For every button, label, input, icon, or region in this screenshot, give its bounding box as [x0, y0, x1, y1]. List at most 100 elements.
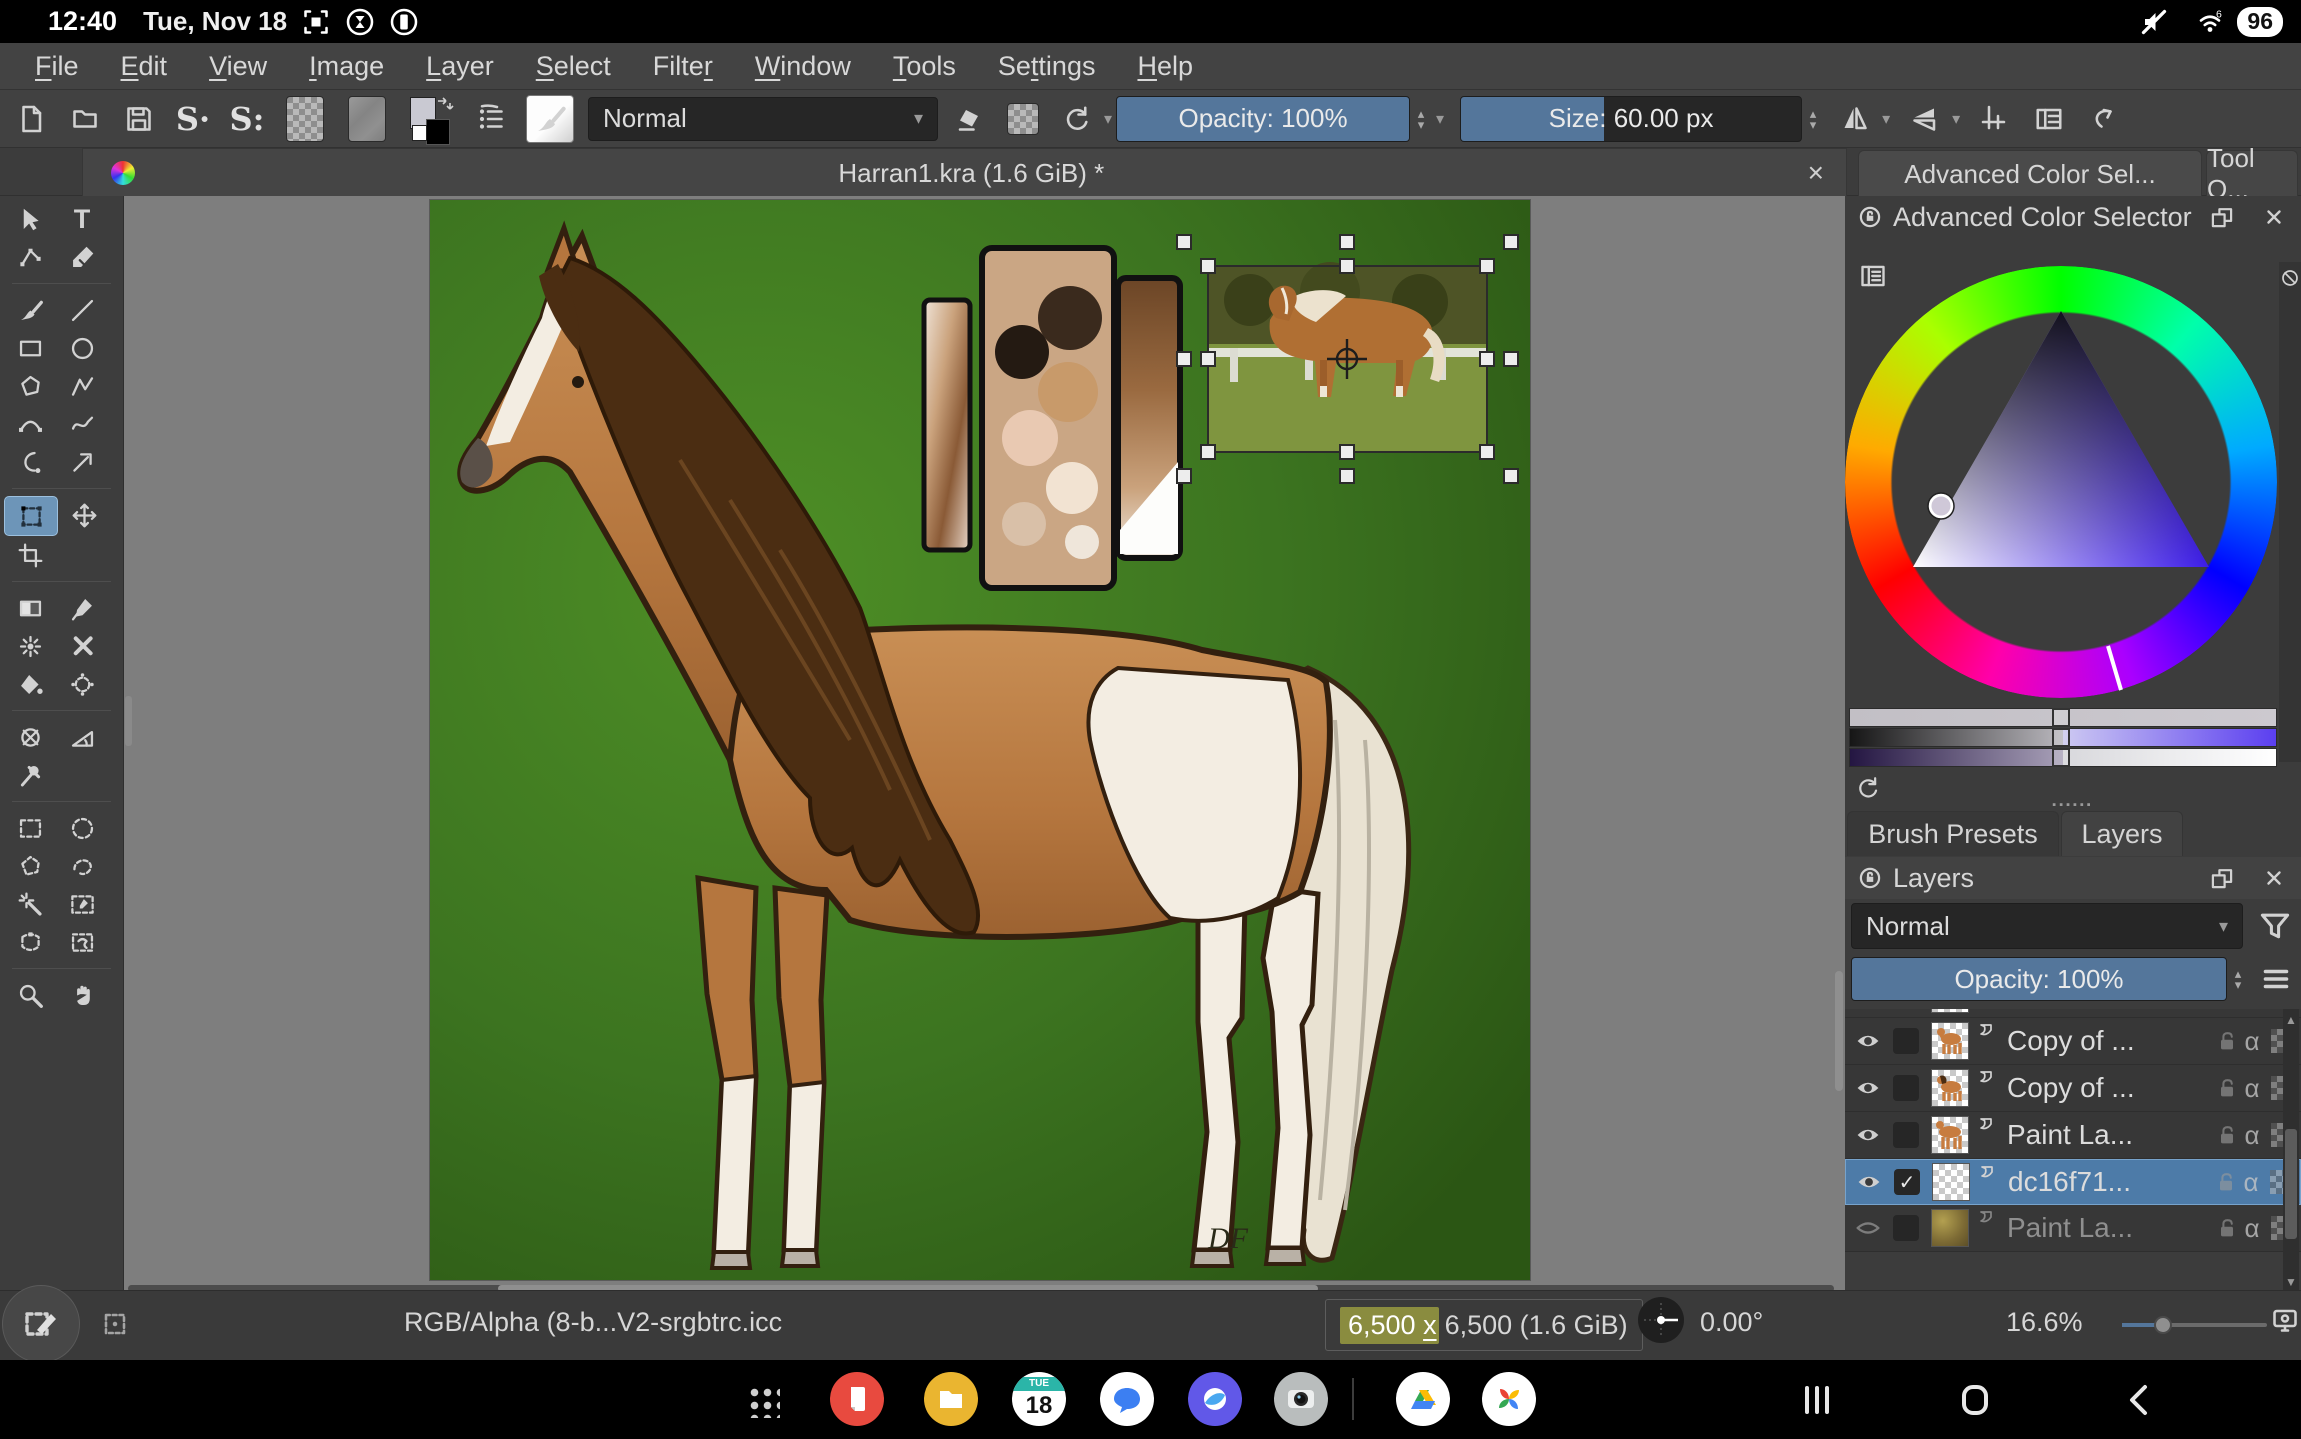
layer-row-hidden[interactable]: Paint La... α: [1845, 1205, 2301, 1252]
snap-button[interactable]: [1972, 96, 2018, 142]
chevron-down-icon[interactable]: ▾: [1882, 109, 1890, 129]
brush-preset-chooser[interactable]: [522, 96, 578, 142]
reload-preset-button[interactable]: [1054, 96, 1100, 142]
layer-checkbox-checked[interactable]: ✓: [1894, 1169, 1920, 1195]
layer-checkbox[interactable]: [1893, 1215, 1919, 1241]
layer-checkbox[interactable]: [1893, 1028, 1919, 1054]
brush-size-slider[interactable]: Size: 60.00 px: [1460, 96, 1802, 142]
lock-icon[interactable]: [2215, 1123, 2239, 1147]
save-button[interactable]: [116, 96, 162, 142]
close-docker-icon[interactable]: [2263, 865, 2285, 891]
document-tab[interactable]: Harran1.kra (1.6 GiB) * ×: [82, 148, 1847, 198]
select-by-color-tool[interactable]: [56, 885, 108, 923]
ellipse-tool[interactable]: [56, 329, 108, 367]
layer-checkbox[interactable]: [1893, 1122, 1919, 1148]
app-photos-icon[interactable]: [1482, 1372, 1536, 1426]
polygon-tool[interactable]: [4, 367, 56, 405]
pan-tool[interactable]: [56, 976, 108, 1014]
nav-recents-button[interactable]: [1795, 1380, 1839, 1425]
menu-settings[interactable]: Settings: [977, 51, 1117, 82]
eraser-mode-button[interactable]: [946, 96, 992, 142]
tab-layers[interactable]: Layers: [2061, 811, 2183, 856]
elliptical-selection-tool[interactable]: [56, 809, 108, 847]
app-drawer-icon[interactable]: [746, 1384, 780, 1418]
edit-shapes-tool[interactable]: [4, 238, 56, 276]
alpha-lock-icon[interactable]: α: [2239, 1026, 2265, 1057]
choices-button[interactable]: [468, 96, 514, 142]
freehand-brush-tool[interactable]: [4, 291, 56, 329]
rotation-dial[interactable]: [1638, 1297, 1684, 1343]
menu-image[interactable]: Image: [288, 51, 405, 82]
nav-home-button[interactable]: [1952, 1380, 1996, 1425]
layer-row[interactable]: Copy of ... α: [1845, 1065, 2301, 1112]
layer-row[interactable]: Copy of ... α: [1845, 1018, 2301, 1065]
tab-advanced-color-selector[interactable]: Advanced Color Sel...: [1858, 150, 2202, 197]
document-canvas[interactable]: DF: [430, 200, 1530, 1280]
app-drive-icon[interactable]: [1396, 1372, 1450, 1426]
freehand-selection-tool[interactable]: [56, 847, 108, 885]
layer-row-selected[interactable]: ✓ dc16f71... α: [1845, 1159, 2301, 1205]
pattern-edit-tool[interactable]: [56, 627, 108, 665]
docker-lock-icon[interactable]: [1857, 204, 1883, 230]
gradient-tool[interactable]: [4, 589, 56, 627]
lock-icon[interactable]: [2214, 1170, 2238, 1194]
chevron-down-icon[interactable]: ▾: [1436, 109, 1444, 129]
magnetic-selection-tool[interactable]: [56, 923, 108, 961]
layer-list-scrollbar[interactable]: ▲ ▼: [2283, 1009, 2299, 1293]
foreground-background-colors[interactable]: [402, 96, 460, 142]
color-slider-1[interactable]: [1849, 708, 2277, 727]
alpha-lock-icon[interactable]: α: [2239, 1120, 2265, 1151]
lock-icon[interactable]: [2215, 1076, 2239, 1100]
filter-layers-icon[interactable]: [2257, 908, 2293, 944]
line-tool[interactable]: [56, 291, 108, 329]
close-document-icon[interactable]: ×: [1808, 157, 1824, 189]
visibility-eye-icon[interactable]: [1853, 1028, 1883, 1054]
app-camera-icon[interactable]: [1274, 1372, 1328, 1426]
calligraphy-tool[interactable]: [56, 238, 108, 276]
text-tool[interactable]: T: [56, 200, 108, 238]
selection-indicator-icon[interactable]: [100, 1309, 130, 1339]
layer-row[interactable]: Paint La... α: [1845, 1009, 2301, 1018]
refresh-color-history-icon[interactable]: [1855, 775, 1881, 801]
tab-brush-presets[interactable]: Brush Presets: [1847, 811, 2059, 856]
menu-select[interactable]: Select: [515, 51, 632, 82]
select-shapes-tool[interactable]: [4, 200, 56, 238]
app-calendar-icon[interactable]: TUE 18: [1012, 1372, 1066, 1426]
gradient-chooser[interactable]: [340, 96, 394, 142]
freehand-path-tool[interactable]: [56, 405, 108, 443]
mirror-vertical-button[interactable]: [1832, 96, 1878, 142]
mirror-horizontal-button[interactable]: [1902, 96, 1948, 142]
app-internet-icon[interactable]: [1188, 1372, 1242, 1426]
blend-mode-dropdown[interactable]: Normal ▾: [588, 97, 938, 141]
brush-stabilizer-button[interactable]: S:: [224, 96, 270, 142]
alpha-lock-icon[interactable]: α: [2239, 1213, 2265, 1244]
chevron-down-icon[interactable]: ▾: [1104, 109, 1112, 129]
splitter-handle[interactable]: ▪▪▪▪▪▪: [1845, 801, 2301, 809]
app-files-icon[interactable]: [924, 1372, 978, 1426]
reference-images-tool[interactable]: [4, 756, 56, 794]
undo-button[interactable]: [2080, 96, 2126, 142]
rectangle-tool[interactable]: [4, 329, 56, 367]
menu-view[interactable]: View: [188, 51, 288, 82]
canvas-area[interactable]: DF: [124, 196, 1845, 1294]
menu-help[interactable]: Help: [1116, 51, 1214, 82]
chevron-down-icon[interactable]: ▾: [1952, 109, 1960, 129]
rectangular-selection-tool[interactable]: [4, 809, 56, 847]
nav-back-button[interactable]: [2118, 1380, 2162, 1425]
pattern-chooser[interactable]: [278, 96, 332, 142]
visibility-eye-icon[interactable]: [1853, 1075, 1883, 1101]
app-notes-icon[interactable]: [830, 1372, 884, 1426]
smart-patch-tool[interactable]: [4, 627, 56, 665]
image-size-indicator[interactable]: 6,500 x 6,500 (1.6 GiB): [1325, 1299, 1643, 1351]
brush-smoothing-button[interactable]: S·: [170, 96, 216, 142]
canvas-edit-floating-button[interactable]: [2, 1285, 80, 1363]
lock-icon[interactable]: [2215, 1216, 2239, 1240]
docker-lock-icon[interactable]: [1857, 865, 1883, 891]
preserve-alpha-button[interactable]: [1000, 96, 1046, 142]
float-docker-icon[interactable]: [2209, 865, 2235, 891]
layer-opacity-slider[interactable]: Opacity: 100%: [1851, 957, 2227, 1001]
alpha-lock-icon[interactable]: α: [2238, 1167, 2264, 1198]
visibility-eye-icon[interactable]: [1853, 1122, 1883, 1148]
open-document-button[interactable]: [62, 96, 108, 142]
collapsed-docker-strip[interactable]: [2279, 262, 2301, 762]
